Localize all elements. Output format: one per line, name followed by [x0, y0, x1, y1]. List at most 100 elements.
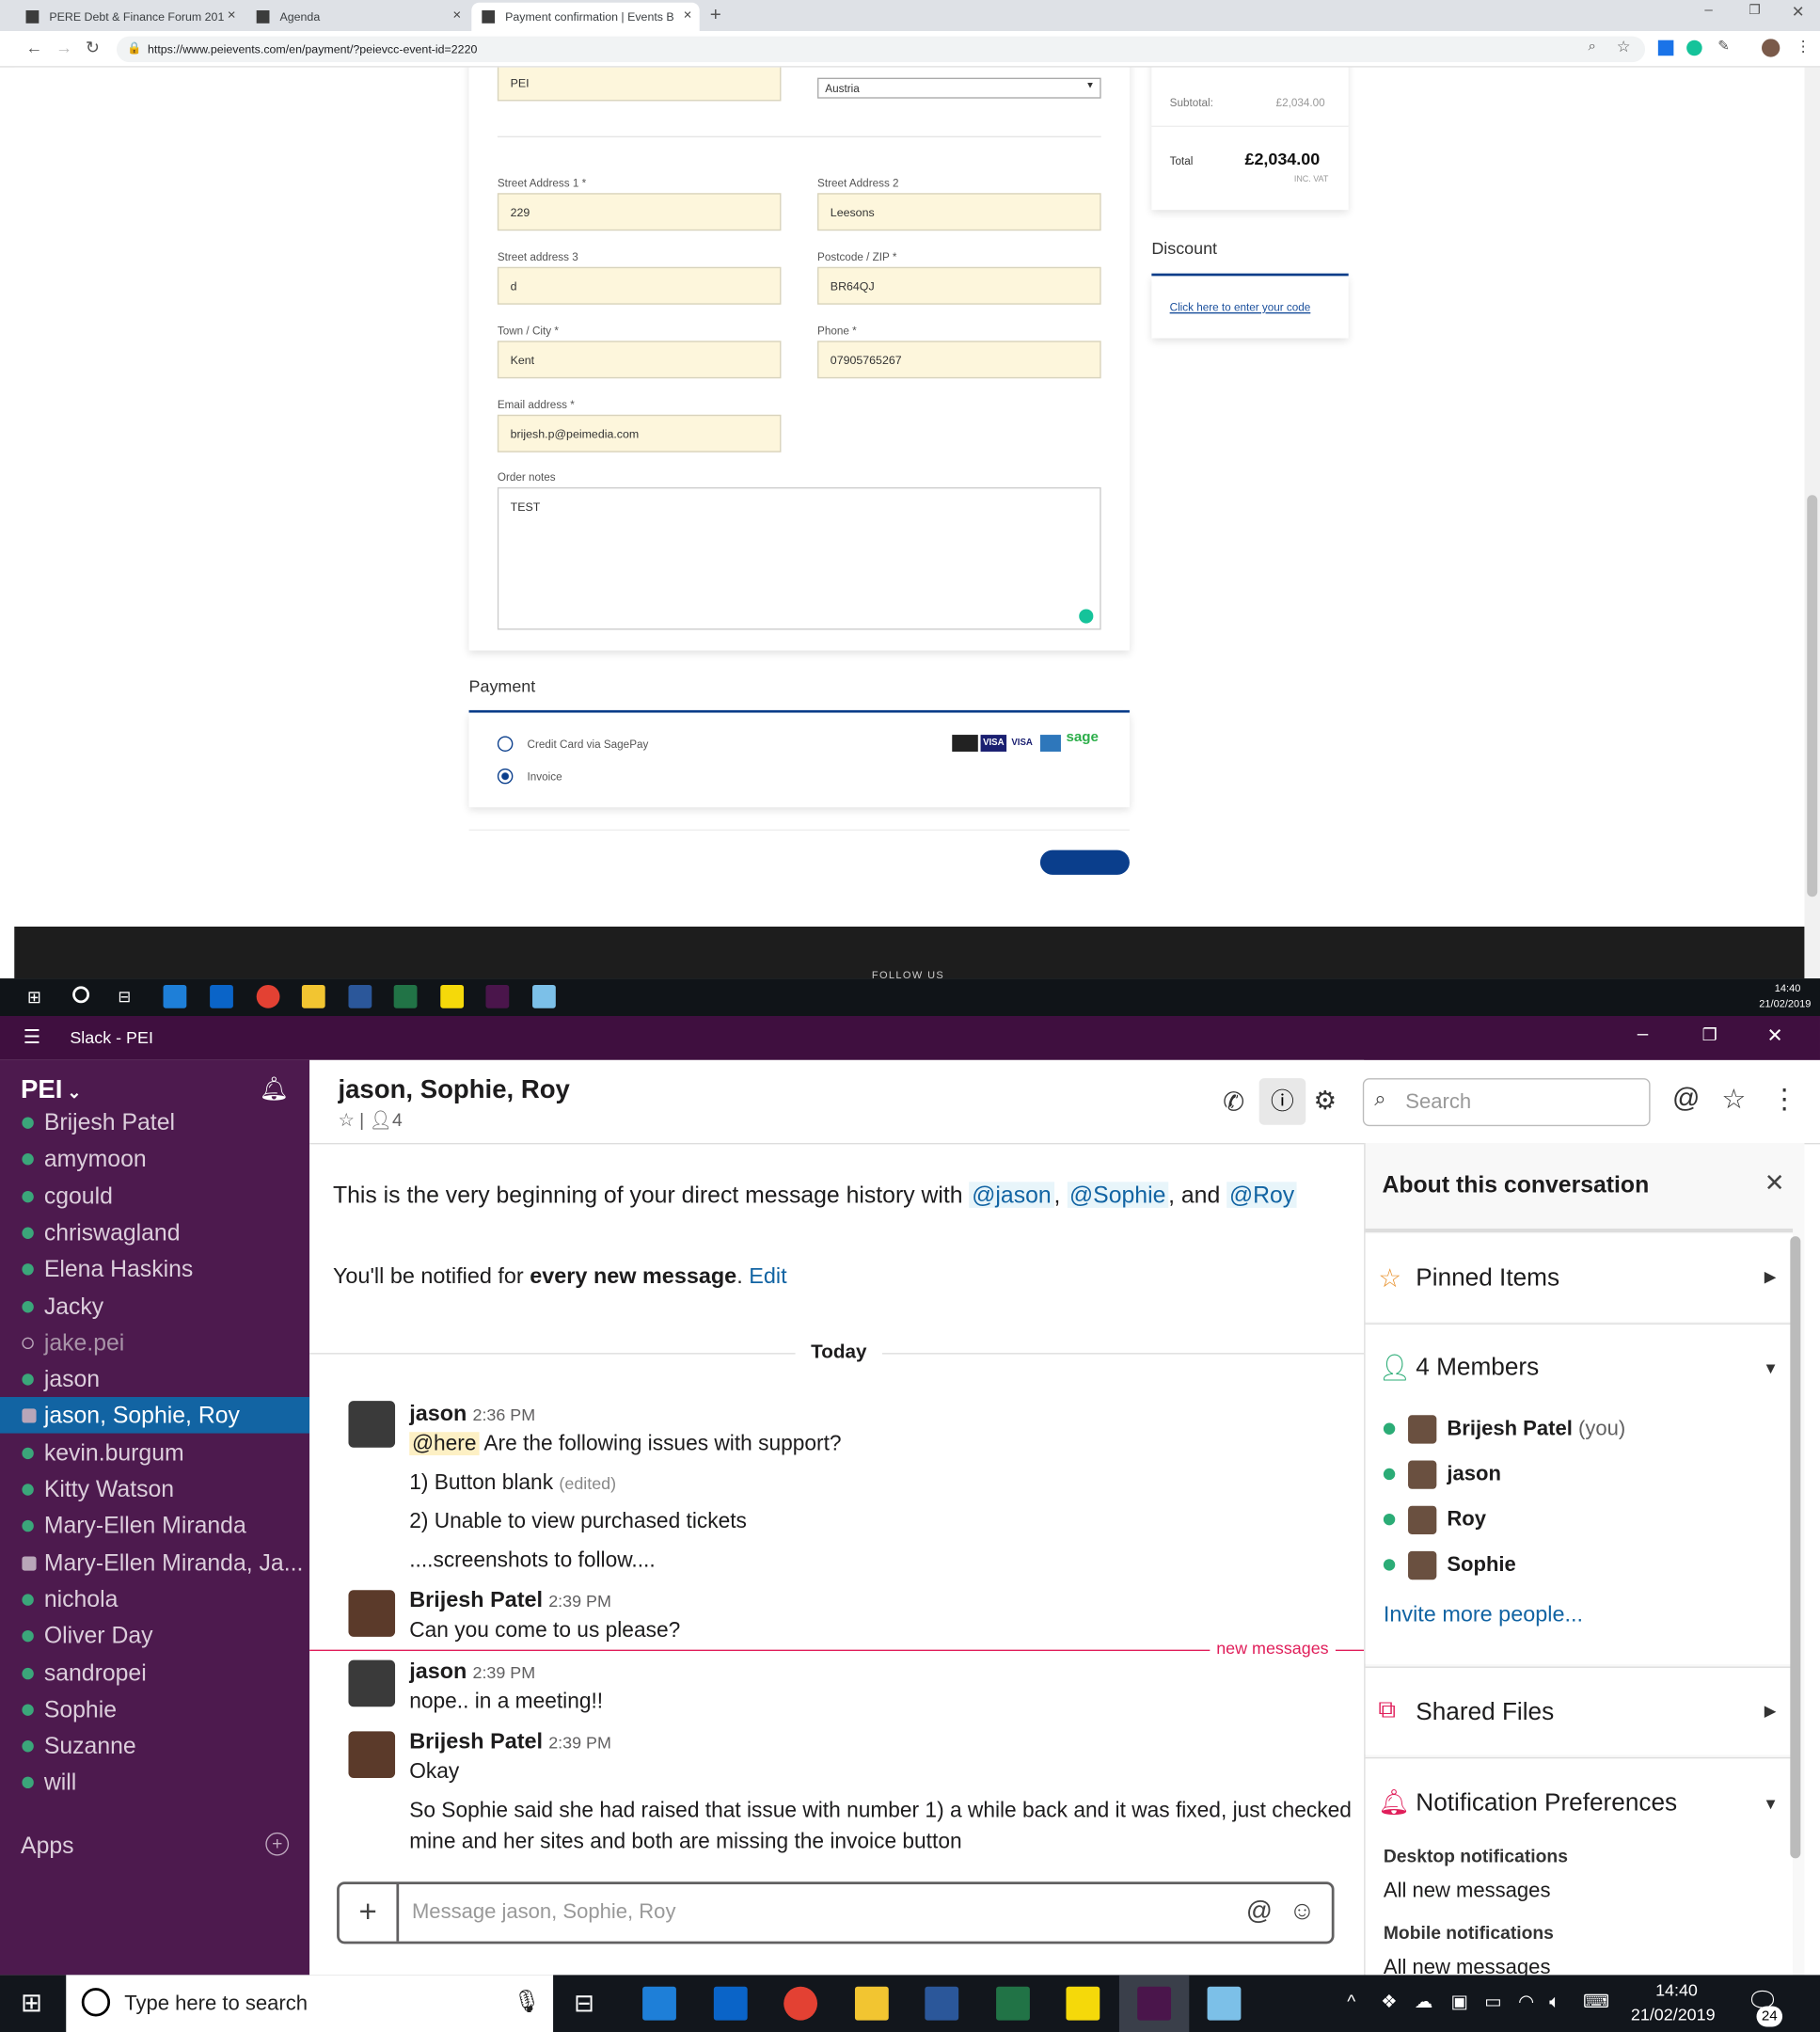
- excel-icon[interactable]: [996, 1986, 1030, 2021]
- close-icon[interactable]: ×: [228, 8, 236, 24]
- tab-pere[interactable]: PERE Debt & Finance Forum 201 ×: [16, 3, 244, 31]
- invite-link[interactable]: Invite more people...: [1384, 1602, 1583, 1628]
- message-time[interactable]: 2:39 PM: [548, 1592, 611, 1611]
- notify-edit-link[interactable]: Edit: [749, 1263, 786, 1288]
- restore-button[interactable]: ❐: [1702, 1025, 1717, 1046]
- email-field[interactable]: brijesh.p@peimedia.com: [497, 414, 782, 452]
- street2-field[interactable]: Leesons: [817, 193, 1101, 231]
- street3-field[interactable]: d: [497, 266, 782, 305]
- chrome-icon[interactable]: [783, 1986, 818, 2021]
- task-view-icon[interactable]: ⊟: [574, 1990, 594, 2020]
- chrome-icon[interactable]: [256, 984, 280, 1008]
- clock-date[interactable]: 21/02/2019: [1631, 2005, 1716, 2024]
- mentions-icon[interactable]: @: [1672, 1084, 1700, 1115]
- members-title[interactable]: 4 Members: [1416, 1355, 1539, 1383]
- sidebar-item[interactable]: Elena Haskins: [0, 1251, 309, 1288]
- word-icon[interactable]: [925, 1986, 959, 2021]
- message-author[interactable]: jason: [409, 1401, 467, 1425]
- edge-icon[interactable]: [163, 984, 187, 1008]
- sidebar-item[interactable]: sandropei: [0, 1654, 309, 1691]
- sidebar-item[interactable]: Kitty Watson: [0, 1471, 309, 1508]
- excel-icon[interactable]: [393, 984, 418, 1008]
- search-input[interactable]: ⌕ Search: [1362, 1078, 1651, 1127]
- url-bar[interactable]: 🔒 https://www.peievents.com/en/payment/?…: [116, 36, 1646, 63]
- tab-agenda[interactable]: Agenda ×: [246, 3, 469, 31]
- sidebar-item[interactable]: Suzanne: [0, 1727, 309, 1764]
- close-window-button[interactable]: ✕: [1767, 1024, 1783, 1047]
- close-window-button[interactable]: ✕: [1792, 3, 1805, 21]
- submit-button-blank[interactable]: [1039, 849, 1130, 875]
- forward-icon[interactable]: →: [55, 38, 72, 57]
- close-icon[interactable]: ×: [452, 8, 461, 24]
- wifi-icon[interactable]: ◠: [1518, 1991, 1534, 2012]
- close-icon[interactable]: ✕: [1765, 1169, 1785, 1199]
- member-row[interactable]: Roy: [1383, 1505, 1486, 1535]
- slack-taskbar-active[interactable]: [1118, 1975, 1190, 2032]
- windows-start-icon[interactable]: ⊞: [27, 988, 41, 1008]
- pinned-section[interactable]: ☆ Pinned Items ▶: [1365, 1233, 1794, 1323]
- member-icon[interactable]: 👤︎: [369, 1109, 391, 1130]
- onedrive-icon[interactable]: ☁: [1415, 1991, 1432, 2012]
- shared-files-section[interactable]: ⧉ Shared Files ▶: [1365, 1666, 1794, 1755]
- page-scrollbar[interactable]: [1804, 67, 1820, 979]
- sidebar-item[interactable]: Jacky: [0, 1288, 309, 1325]
- tray-chevron-icon[interactable]: ^: [1347, 1991, 1355, 2011]
- more-icon[interactable]: ⋮: [1771, 1084, 1798, 1116]
- eyedropper-icon[interactable]: ✎: [1717, 38, 1730, 55]
- message-author[interactable]: Brijesh Patel: [409, 1729, 543, 1754]
- grammarly-icon[interactable]: [1079, 609, 1094, 624]
- sidebar-item[interactable]: jason: [0, 1361, 309, 1398]
- microphone-icon[interactable]: 🎙︎: [513, 1990, 541, 2016]
- street1-field[interactable]: 229: [497, 193, 782, 231]
- scrollbar-thumb[interactable]: [1807, 495, 1818, 897]
- reload-icon[interactable]: ↻: [86, 38, 100, 58]
- message-time[interactable]: 2:39 PM: [548, 1733, 611, 1753]
- outlook-icon[interactable]: [713, 1986, 748, 2021]
- member-count[interactable]: 4: [392, 1109, 403, 1130]
- message-composer[interactable]: + Message jason, Sophie, Roy @ ☺: [337, 1881, 1335, 1945]
- message-time[interactable]: 2:36 PM: [472, 1405, 535, 1424]
- notes-textarea[interactable]: TEST: [497, 486, 1101, 630]
- back-icon[interactable]: ←: [26, 38, 43, 57]
- profile-avatar[interactable]: [1762, 39, 1780, 57]
- panel-scrollbar[interactable]: [1790, 1236, 1801, 1859]
- slack-icon[interactable]: [485, 984, 510, 1008]
- radio-invoice[interactable]: [497, 768, 514, 785]
- zoom-icon[interactable]: ⌕: [1588, 39, 1596, 56]
- radio-card[interactable]: [497, 736, 514, 752]
- cortana-icon[interactable]: [72, 986, 90, 1004]
- town-field[interactable]: Kent: [497, 341, 782, 379]
- apps-label[interactable]: Apps: [21, 1833, 74, 1860]
- file-explorer-icon[interactable]: [854, 1986, 889, 2021]
- discount-link[interactable]: Click here to enter your code: [1170, 301, 1311, 314]
- member-row[interactable]: Brijesh Patel (you): [1383, 1415, 1625, 1444]
- sidebar-item[interactable]: chriswagland: [0, 1214, 309, 1251]
- sidebar-item[interactable]: nichola: [0, 1580, 309, 1617]
- dropbox-icon[interactable]: ❖: [1381, 1991, 1397, 2012]
- windows-start-icon[interactable]: ⊞: [21, 1987, 42, 2019]
- info-icon[interactable]: ⓘ: [1258, 1078, 1306, 1125]
- emoji-icon[interactable]: ☺: [1289, 1897, 1315, 1928]
- minimize-button[interactable]: –: [1638, 1023, 1648, 1044]
- mention-roy[interactable]: @Roy: [1227, 1182, 1297, 1208]
- starred-icon[interactable]: ☆: [1721, 1084, 1746, 1116]
- battery-icon[interactable]: ▭: [1484, 1991, 1501, 2012]
- word-icon[interactable]: [348, 984, 372, 1008]
- sticky-notes-icon[interactable]: [440, 984, 465, 1008]
- sidebar-item[interactable]: Mary-Ellen Miranda: [0, 1507, 309, 1544]
- task-view-icon[interactable]: ⊟: [118, 988, 131, 1006]
- message-time[interactable]: 2:39 PM: [472, 1662, 535, 1682]
- avatar[interactable]: [348, 1659, 396, 1707]
- snipping-tool-icon[interactable]: [1207, 1986, 1242, 2021]
- restore-button[interactable]: ❐: [1749, 4, 1760, 18]
- bookmark-star-icon[interactable]: ☆: [1617, 38, 1631, 56]
- attach-plus-icon[interactable]: +: [340, 1883, 400, 1942]
- company-field[interactable]: PEI: [497, 67, 782, 102]
- sidebar-item[interactable]: Brijesh Patel: [0, 1104, 309, 1141]
- minimize-button[interactable]: –: [1704, 3, 1712, 19]
- sidebar-item[interactable]: Sophie: [0, 1691, 309, 1727]
- postcode-field[interactable]: BR64QJ: [817, 266, 1101, 305]
- sidebar-item[interactable]: jason, Sophie, Roy: [0, 1397, 310, 1435]
- snipping-tool-icon[interactable]: [532, 984, 556, 1008]
- file-explorer-icon[interactable]: [301, 984, 325, 1008]
